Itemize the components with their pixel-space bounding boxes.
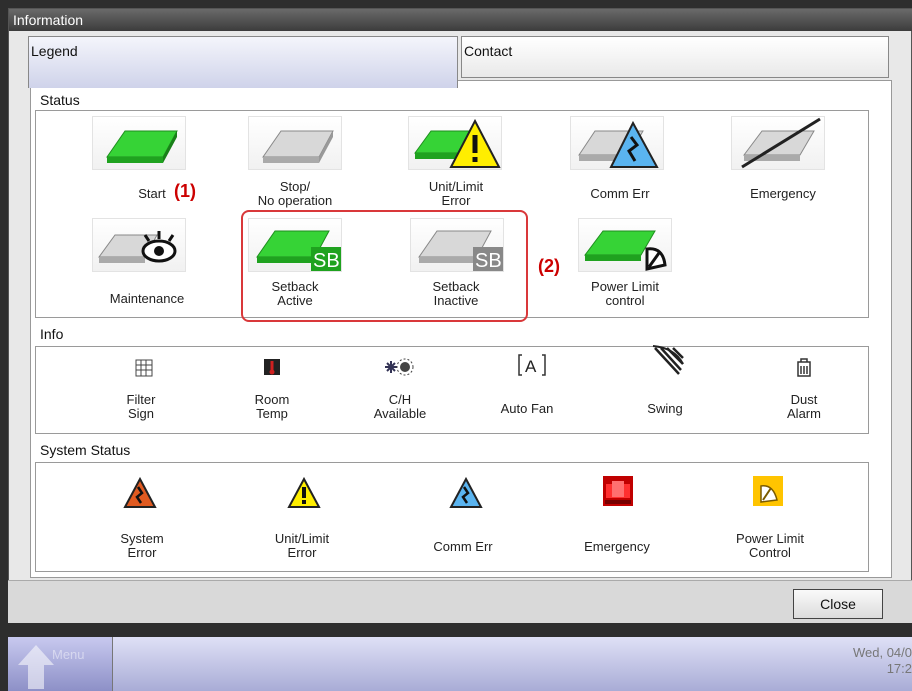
tab-contact[interactable]: Contact [461, 36, 889, 78]
up-arrow-icon [18, 645, 54, 689]
filter-sign-icon [124, 353, 164, 383]
status-label-stop: Stop/ No operation [257, 179, 333, 208]
power-limit-control-tile [578, 218, 672, 272]
status-label-start: Start [138, 186, 166, 201]
dialog-footer: Close [8, 580, 912, 623]
unit-limit-error-tile [408, 116, 502, 170]
power-limit-control-icon [584, 230, 667, 271]
start-tile [92, 116, 186, 170]
tab-legend[interactable]: Legend [28, 36, 458, 88]
emergency-icon [741, 117, 821, 169]
close-button[interactable]: Close [793, 589, 883, 619]
tab-contact-label: Contact [464, 43, 513, 59]
swing-icon [648, 345, 688, 376]
info-label-auto-fan: Auto Fan [500, 401, 554, 416]
stop-tile [248, 116, 342, 170]
setback-highlight-box [241, 210, 528, 322]
system-label-power-limit-control: Power Limit Control [736, 531, 804, 560]
status-label-unit-limit-error: Unit/Limit Error [428, 179, 484, 208]
status-section-title: Status [40, 92, 80, 108]
maintenance-tile [92, 218, 186, 272]
tab-legend-label: Legend [31, 43, 78, 59]
room-temp-icon [252, 352, 292, 382]
system-label-unit-limit-error: Unit/Limit Error [274, 531, 330, 560]
auto-fan-text: A [525, 357, 537, 376]
ch-available-icon [378, 352, 418, 382]
comm-err-system-icon [446, 477, 486, 508]
time-text: 17:2 [886, 661, 912, 676]
callout-1: (1) [174, 181, 196, 201]
comm-err-tile [570, 116, 664, 170]
system-label-comm-err: Comm Err [433, 539, 493, 554]
maintenance-icon [98, 231, 177, 263]
menu-button-label: Menu [52, 647, 85, 662]
datetime-display: Wed, 04/0 17:2 [853, 645, 912, 677]
info-label-room-temp: Room Temp [254, 392, 290, 421]
power-limit-icon [748, 476, 788, 506]
callout-2: (2) [538, 256, 560, 276]
system-error-icon [120, 477, 160, 508]
info-label-filter-sign: Filter Sign [126, 392, 156, 421]
date-text: Wed, 04/0 [852, 645, 912, 660]
status-label-maintenance: Maintenance [109, 291, 185, 306]
emergency-system-icon [598, 476, 638, 506]
taskbar: Menu Wed, 04/0 17:2 [8, 637, 912, 691]
info-label-ch-available: C/H Available [373, 392, 427, 421]
status-label-emergency: Emergency [750, 186, 816, 201]
comm-err-icon [578, 120, 659, 168]
info-label-dust-alarm: Dust Alarm [787, 392, 821, 421]
unit-limit-warning-icon [284, 477, 324, 508]
system-label-emergency: Emergency [584, 539, 650, 554]
menu-button[interactable]: Menu [8, 637, 113, 691]
info-label-swing: Swing [647, 401, 683, 416]
system-status-section-title: System Status [40, 442, 131, 458]
stop-icon [262, 130, 334, 163]
emergency-tile [731, 116, 825, 170]
system-label-system-error: System Error [120, 531, 164, 560]
status-label-power-limit-control: Power Limit control [591, 279, 659, 308]
dust-alarm-icon [784, 352, 824, 382]
info-section-title: Info [40, 326, 64, 342]
window-title: Information [9, 9, 912, 31]
unit-limit-error-icon [414, 118, 501, 168]
status-label-comm-err: Comm Err [590, 186, 650, 201]
auto-fan-icon: A [512, 350, 552, 380]
start-icon [106, 130, 178, 163]
